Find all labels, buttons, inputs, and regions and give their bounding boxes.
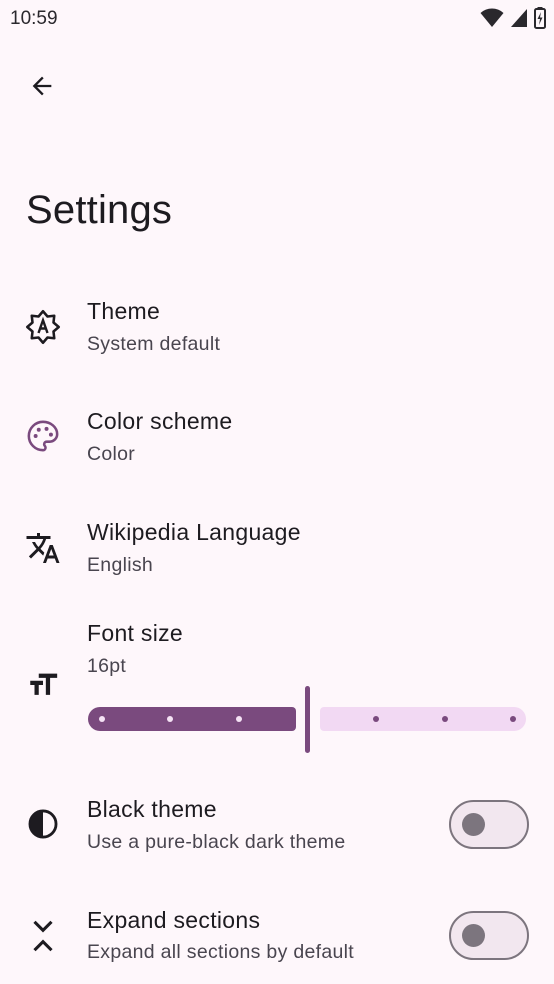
battery-icon [534,7,546,29]
slider-tick [167,716,173,722]
theme-setting[interactable]: Theme System default [0,288,554,374]
expand-sections-switch[interactable] [449,911,529,960]
switch-knob [462,924,485,947]
theme-title: Theme [87,298,161,324]
wifi-icon [480,8,504,27]
theme-subtitle: System default [87,333,221,355]
status-icons [480,7,546,29]
black-theme-switch[interactable] [449,800,529,849]
status-time: 10:59 [10,8,58,29]
color-scheme-title: Color scheme [87,408,233,434]
color-scheme-subtitle: Color [87,443,136,465]
text-size-icon [24,666,62,704]
black-theme-setting[interactable]: Black theme Use a pure-black dark theme [0,786,554,872]
expand-sections-subtitle: Expand all sections by default [87,941,354,963]
slider-tick [373,716,379,722]
arrow-back-icon [32,76,52,96]
slider-active-track [88,707,296,731]
switch-knob [462,813,485,836]
expand-sections-setting[interactable]: Expand sections Expand all sections by d… [0,897,554,983]
slider-inactive-track [320,707,526,731]
color-scheme-setting[interactable]: Color scheme Color [0,398,554,484]
palette-icon [24,417,62,455]
status-bar: 10:59 [0,0,554,40]
expand-sections-title: Expand sections [87,907,261,933]
slider-tick [99,716,105,722]
translate-icon [24,529,62,567]
slider-tick [510,716,516,722]
language-setting[interactable]: Wikipedia Language English [0,509,554,595]
auto-brightness-icon [24,308,62,346]
language-title: Wikipedia Language [87,519,301,545]
slider-thumb[interactable] [305,686,310,753]
settings-screen: 10:59 Settings Theme System default Colo… [0,0,554,984]
cell-signal-icon [511,9,527,27]
page-title: Settings [26,188,173,232]
font-size-title: Font size [87,620,184,646]
contrast-icon [24,805,62,843]
language-subtitle: English [87,554,154,576]
font-size-slider[interactable] [88,686,528,754]
black-theme-title: Black theme [87,796,217,822]
slider-tick [442,716,448,722]
back-button[interactable] [18,62,66,110]
slider-tick [236,716,242,722]
unfold-icon [24,917,62,955]
font-size-subtitle: 16pt [87,655,127,677]
black-theme-subtitle: Use a pure-black dark theme [87,831,346,853]
